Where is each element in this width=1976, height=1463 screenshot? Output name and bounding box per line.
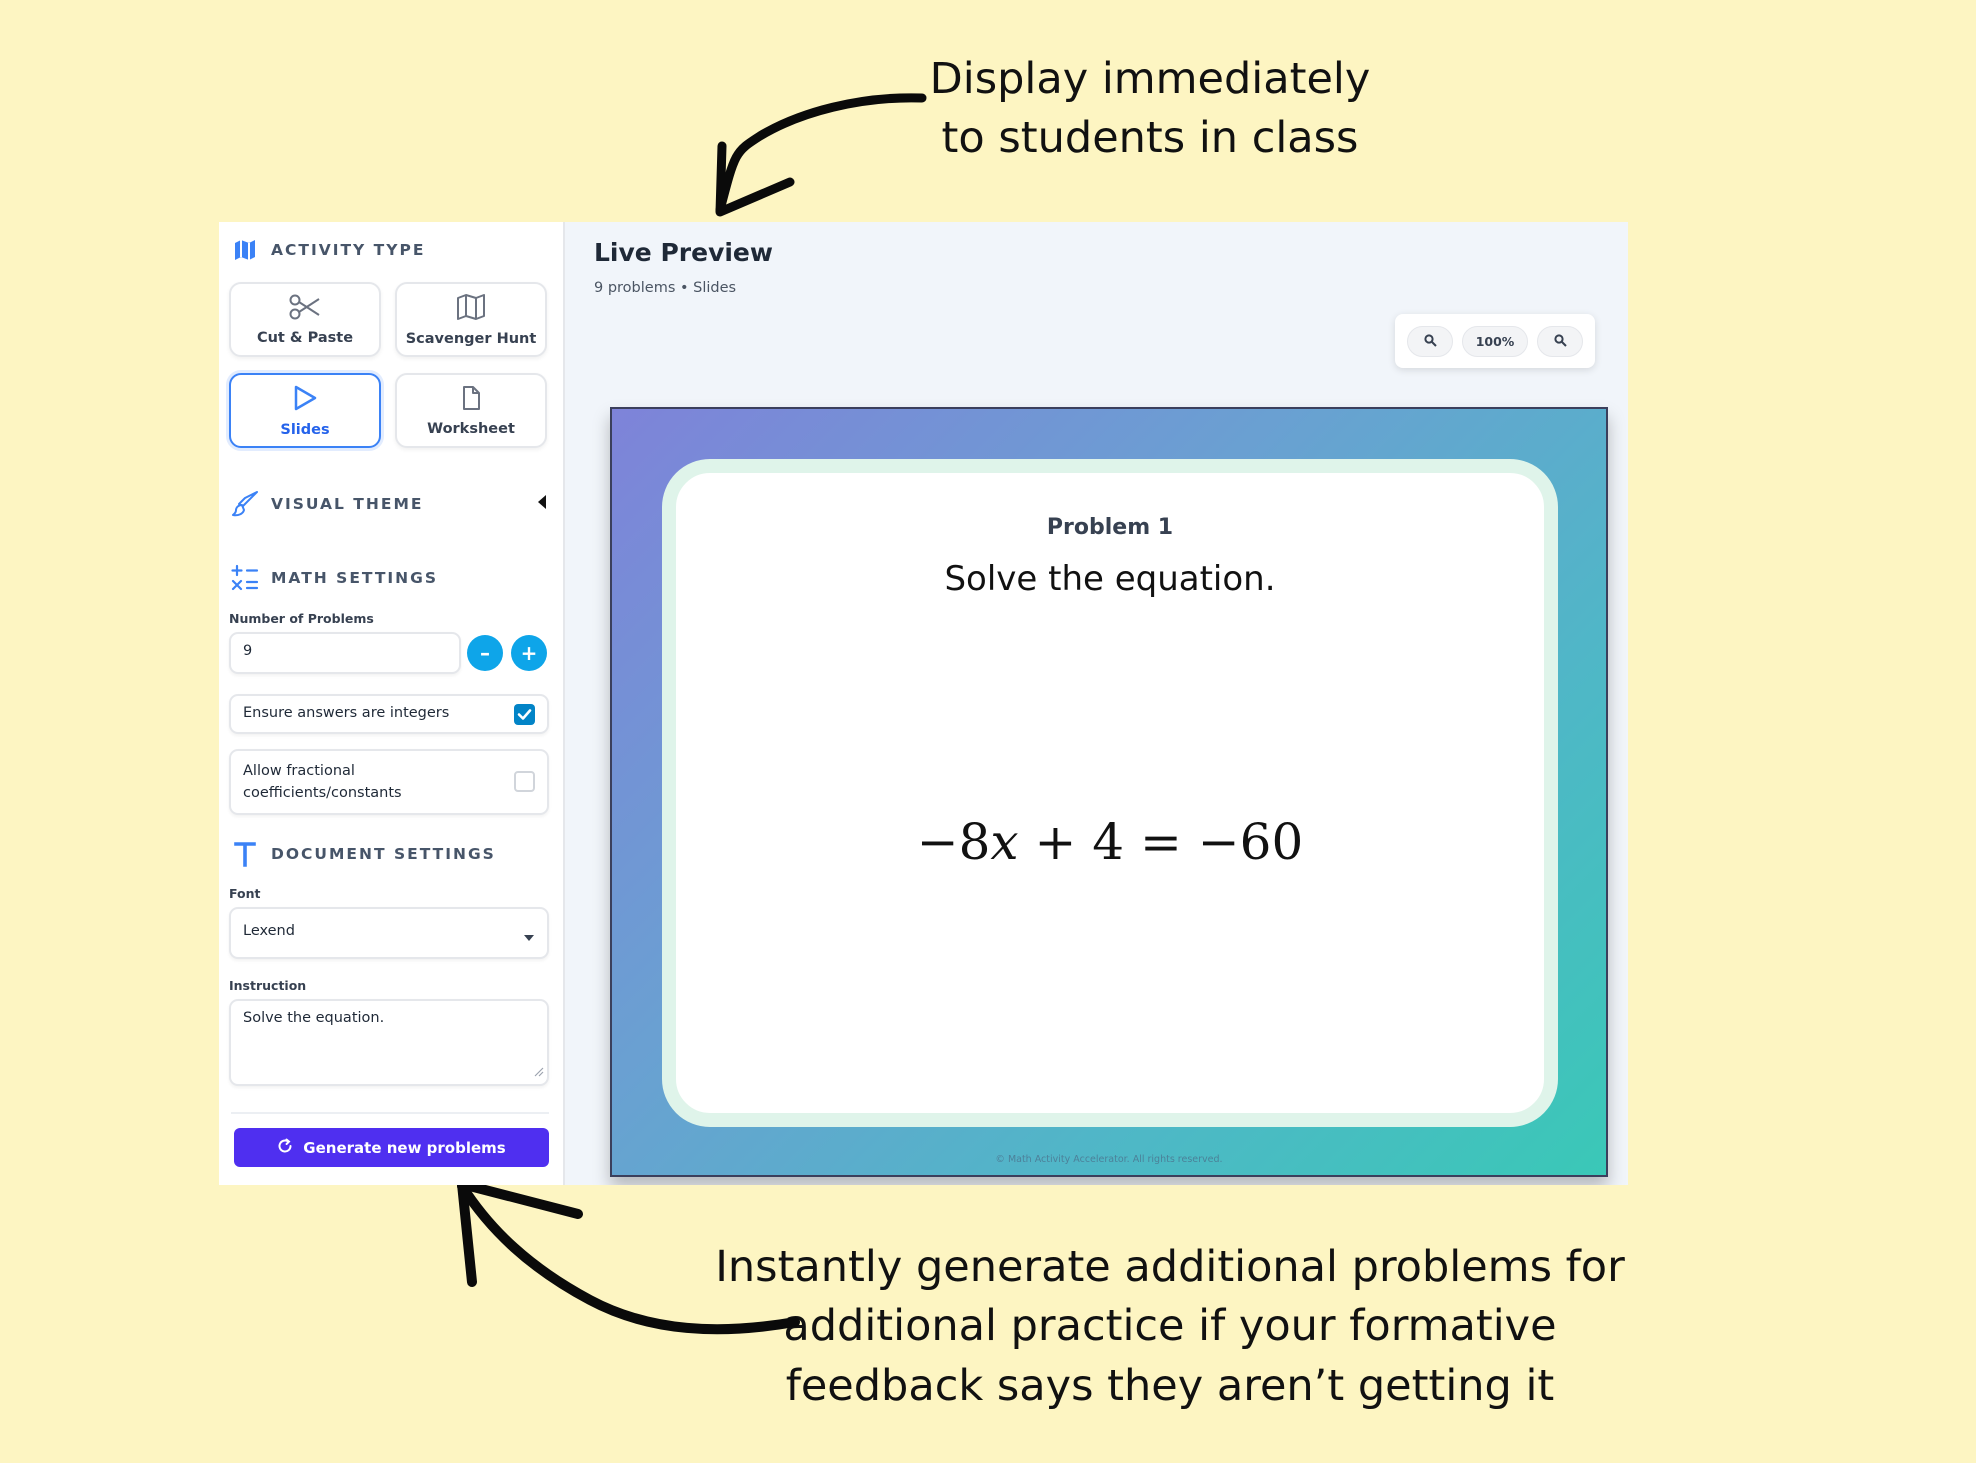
option-label-line: Allow fractional [243, 763, 355, 779]
zoom-in-button[interactable] [1537, 326, 1583, 357]
math-settings-heading: MATH SETTINGS [231, 564, 438, 592]
problem-instruction: Solve the equation. [944, 559, 1276, 599]
activity-option-label: Scavenger Hunt [405, 330, 537, 347]
font-select-value: Lexend [243, 923, 295, 939]
instruction-value: Solve the equation. [243, 1010, 385, 1026]
document-icon [460, 385, 482, 415]
section-title: VISUAL THEME [271, 495, 424, 513]
zoom-controls: 100% [1395, 314, 1595, 368]
fractional-coefficients-option[interactable]: Allow fractional coefficients/constants [229, 749, 549, 815]
font-select[interactable]: Lexend [229, 907, 549, 959]
map-icon [456, 293, 486, 325]
num-problems-label: Number of Problems [229, 611, 374, 626]
callout-line: Display immediately [929, 54, 1371, 104]
math-operators-icon [231, 564, 259, 592]
resize-handle-icon[interactable] [534, 1065, 544, 1081]
settings-sidebar: ACTIVITY TYPE Cut & Paste Scavenger Hunt… [219, 222, 565, 1185]
equation-part: + 4 = −60 [1018, 813, 1304, 871]
activity-option-label: Worksheet [427, 420, 515, 437]
integer-answers-option[interactable]: Ensure answers are integers [229, 694, 549, 734]
divider [231, 1112, 549, 1114]
visual-theme-heading[interactable]: VISUAL THEME [231, 490, 551, 518]
equation-part: −8 [916, 813, 991, 871]
activity-type-heading: ACTIVITY TYPE [231, 236, 425, 264]
map-icon [231, 236, 259, 264]
zoom-out-icon [1423, 333, 1437, 350]
num-problems-input[interactable]: 9 [229, 632, 461, 674]
scissors-icon [288, 294, 322, 324]
slide-footer: © Math Activity Accelerator. All rights … [995, 1154, 1223, 1165]
play-icon [292, 384, 318, 416]
zoom-level[interactable]: 100% [1462, 326, 1528, 357]
option-label-line: coefficients/constants [243, 785, 402, 801]
callout-line: feedback says they aren’t getting it [785, 1360, 1555, 1411]
collapse-arrow-icon[interactable] [537, 494, 547, 514]
instruction-label: Instruction [229, 978, 307, 993]
section-title: DOCUMENT SETTINGS [271, 845, 496, 863]
activity-option-worksheet[interactable]: Worksheet [395, 373, 547, 448]
app-window: ACTIVITY TYPE Cut & Paste Scavenger Hunt… [219, 222, 1628, 1185]
problem-equation: −8x + 4 = −60 [676, 813, 1544, 871]
option-label: Ensure answers are integers [243, 705, 450, 721]
activity-option-label: Slides [280, 421, 330, 438]
problem-card: Problem 1 Solve the equation. −8x + 4 = … [662, 459, 1558, 1127]
callout-display-immediately: Display immediately to students in class [880, 50, 1420, 169]
callout-line: Instantly generate additional problems f… [715, 1242, 1625, 1292]
decrement-button[interactable]: – [467, 635, 503, 671]
preview-title: Live Preview [594, 238, 773, 267]
text-format-icon [231, 840, 259, 868]
font-label: Font [229, 886, 261, 901]
instruction-textarea[interactable]: Solve the equation. [229, 999, 549, 1086]
slide-preview: Problem 1 Solve the equation. −8x + 4 = … [610, 407, 1608, 1177]
generate-button-label: Generate new problems [303, 1138, 506, 1157]
callout-generate-problems: Instantly generate additional problems f… [700, 1238, 1640, 1416]
integer-answers-checkbox[interactable] [514, 704, 535, 725]
activity-option-slides[interactable]: Slides [229, 373, 381, 448]
activity-option-label: Cut & Paste [256, 329, 354, 346]
fractional-coefficients-checkbox[interactable] [514, 771, 535, 792]
document-settings-heading: DOCUMENT SETTINGS [231, 840, 496, 868]
callout-line: to students in class [941, 113, 1359, 164]
chevron-down-icon [523, 930, 535, 946]
zoom-out-button[interactable] [1407, 326, 1453, 357]
zoom-in-icon [1553, 333, 1567, 350]
refresh-icon [277, 1138, 293, 1158]
activity-option-cut-paste[interactable]: Cut & Paste [229, 282, 381, 357]
activity-option-scavenger-hunt[interactable]: Scavenger Hunt [395, 282, 547, 357]
generate-new-problems-button[interactable]: Generate new problems [234, 1128, 549, 1167]
option-label: Allow fractional coefficients/constants [243, 760, 402, 804]
equation-variable: x [990, 813, 1019, 871]
paintbrush-icon [231, 490, 259, 518]
section-title: MATH SETTINGS [271, 569, 439, 587]
section-title: ACTIVITY TYPE [271, 241, 426, 259]
callout-line: additional practice if your formative [783, 1301, 1557, 1352]
increment-button[interactable]: + [511, 635, 547, 671]
preview-subtitle: 9 problems • Slides [594, 280, 737, 296]
problem-number: Problem 1 [1046, 515, 1174, 540]
